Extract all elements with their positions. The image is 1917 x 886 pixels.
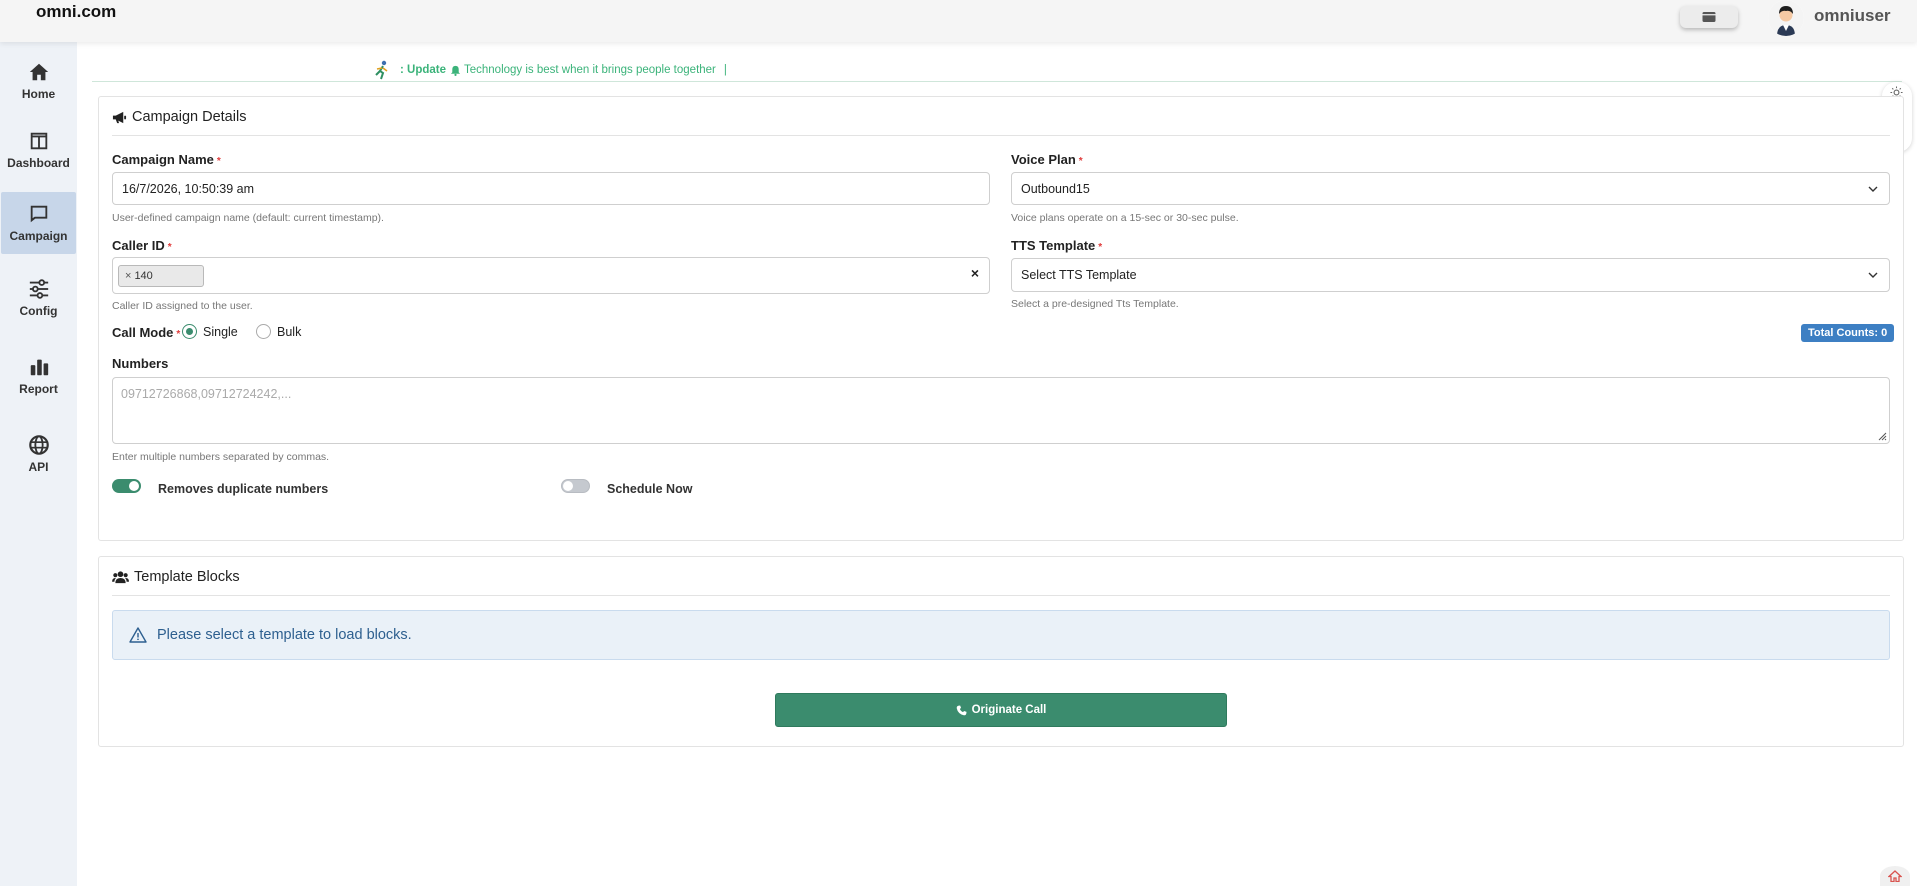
voice-plan-select[interactable]: Outbound15 xyxy=(1011,172,1890,205)
wallet-button[interactable] xyxy=(1680,6,1738,28)
call-mode-single-option[interactable]: Single xyxy=(182,324,238,339)
sliders-icon xyxy=(29,279,48,299)
call-mode-label-text: Call Mode xyxy=(112,325,174,340)
numbers-placeholder: 09712726868,09712724242,... xyxy=(121,387,292,401)
username[interactable]: omniuser xyxy=(1814,6,1891,26)
tts-template-help: Select a pre-designed Tts Template. xyxy=(1011,298,1179,310)
remove-duplicates-toggle[interactable] xyxy=(112,479,141,493)
sidebar-item-config[interactable]: Config xyxy=(0,267,77,329)
numbers-help: Enter multiple numbers separated by comm… xyxy=(112,451,330,463)
sidebar-item-label: Config xyxy=(19,304,58,318)
alert-message: Please select a template to load blocks. xyxy=(157,627,412,643)
tts-template-label: TTS Template * xyxy=(1011,238,1102,253)
tts-template-value: Select TTS Template xyxy=(1021,268,1137,282)
campaign-name-input[interactable]: 16/7/2026, 10:50:39 am xyxy=(112,172,990,205)
voice-plan-label: Voice Plan * xyxy=(1011,152,1083,167)
clear-selection-icon[interactable]: × xyxy=(971,265,979,281)
voice-plan-label-text: Voice Plan xyxy=(1011,152,1076,167)
remove-duplicates-label: Removes duplicate numbers xyxy=(158,482,329,496)
chevron-down-icon xyxy=(1868,272,1878,278)
caller-id-multiselect[interactable]: × 140 × xyxy=(112,257,990,294)
sidebar-item-home[interactable]: Home xyxy=(0,50,77,112)
sidebar-item-report[interactable]: Report xyxy=(0,345,77,407)
phone-icon xyxy=(956,704,967,715)
corner-home-button[interactable] xyxy=(1880,866,1910,886)
numbers-label: Numbers xyxy=(112,356,169,371)
required-marker: * xyxy=(176,329,181,340)
tag-remove-icon[interactable]: × xyxy=(125,270,131,282)
numbers-textarea[interactable]: 09712726868,09712724242,... xyxy=(112,377,1890,444)
schedule-now-toggle[interactable] xyxy=(561,479,590,493)
caller-id-label-text: Caller ID xyxy=(112,238,165,253)
home-icon xyxy=(29,63,48,81)
campaign-name-label: Campaign Name * xyxy=(112,152,221,167)
campaign-details-card: Campaign Details Campaign Name * 16/7/202… xyxy=(98,96,1904,541)
template-blocks-header: Template Blocks xyxy=(112,569,240,585)
ticker-message: Technology is best when it brings people… xyxy=(464,64,716,76)
sidebar-item-label: API xyxy=(28,460,49,474)
radio-bulk[interactable] xyxy=(256,324,271,339)
users-icon xyxy=(112,570,129,583)
brand-logo[interactable]: omni.com xyxy=(36,2,116,22)
required-marker: * xyxy=(1098,242,1103,253)
radio-bulk-label: Bulk xyxy=(277,324,302,339)
caller-id-tag: × 140 xyxy=(118,264,204,287)
user-avatar[interactable] xyxy=(1768,0,1804,36)
tts-template-select[interactable]: Select TTS Template xyxy=(1011,258,1890,292)
chat-icon xyxy=(30,205,47,223)
radio-single[interactable] xyxy=(182,324,197,339)
originate-call-label: Originate Call xyxy=(971,704,1047,716)
caller-id-help: Caller ID assigned to the user. xyxy=(112,300,253,312)
resize-grip-icon[interactable] xyxy=(1877,431,1887,441)
template-blocks-title: Template Blocks xyxy=(134,569,240,585)
campaign-name-label-text: Campaign Name xyxy=(112,152,214,167)
dashboard-icon xyxy=(30,132,47,150)
globe-icon xyxy=(28,435,49,455)
required-marker: * xyxy=(167,242,172,253)
chevron-down-icon xyxy=(1868,186,1878,192)
sidebar-item-label: Home xyxy=(21,87,56,101)
home-icon xyxy=(1888,870,1902,882)
sidebar-item-dashboard[interactable]: Dashboard xyxy=(0,119,77,181)
total-counts-badge: Total Counts: 0 xyxy=(1801,324,1895,342)
divider xyxy=(112,135,1890,136)
call-mode-label: Call Mode * xyxy=(112,325,180,340)
template-blocks-card: Template Blocks Please select a template… xyxy=(98,556,1904,747)
voice-plan-value: Outbound15 xyxy=(1021,181,1090,196)
radio-single-label: Single xyxy=(203,324,238,339)
bell-icon xyxy=(450,65,461,76)
sidebar-item-campaign[interactable]: Campaign xyxy=(1,192,76,254)
campaign-name-help: User-defined campaign name (default: cur… xyxy=(112,212,384,224)
megaphone-icon xyxy=(112,111,127,123)
sidebar-item-label: Dashboard xyxy=(7,156,70,170)
ticker-prefix: : Update xyxy=(400,64,446,76)
caller-id-tag-value: 140 xyxy=(134,269,153,282)
call-mode-bulk-option[interactable]: Bulk xyxy=(256,324,301,339)
sidebar-item-label: Report xyxy=(19,382,58,396)
top-bar: omni.com omniuser xyxy=(0,0,1917,42)
required-marker: * xyxy=(1078,156,1083,167)
tts-template-label-text: TTS Template xyxy=(1011,238,1096,253)
voice-plan-help: Voice plans operate on a 15-sec or 30-se… xyxy=(1011,212,1239,224)
running-person-icon xyxy=(375,60,388,80)
sidebar-item-label: Campaign xyxy=(9,229,68,243)
originate-call-button[interactable]: Originate Call xyxy=(775,693,1227,727)
campaign-details-header: Campaign Details xyxy=(112,109,246,125)
divider xyxy=(112,595,1890,596)
avatar-icon xyxy=(1768,0,1804,36)
warning-icon xyxy=(129,627,147,643)
caller-id-label: Caller ID * xyxy=(112,238,172,253)
page-title: Campaign Details xyxy=(132,109,247,125)
ticker-content: : Update Technology is best when it brin… xyxy=(372,60,727,80)
sidebar: Home Dashboard Campaign Config Report AP… xyxy=(0,42,77,886)
info-alert: Please select a template to load blocks. xyxy=(112,610,1890,660)
schedule-now-label: Schedule Now xyxy=(607,482,693,496)
bar-chart-icon xyxy=(30,359,48,376)
required-marker: * xyxy=(216,156,221,167)
wallet-icon xyxy=(1702,12,1716,22)
ticker-cursor: | xyxy=(723,64,727,76)
sidebar-item-api[interactable]: API xyxy=(0,423,77,485)
update-ticker: : Update Technology is best when it brin… xyxy=(92,58,1902,82)
